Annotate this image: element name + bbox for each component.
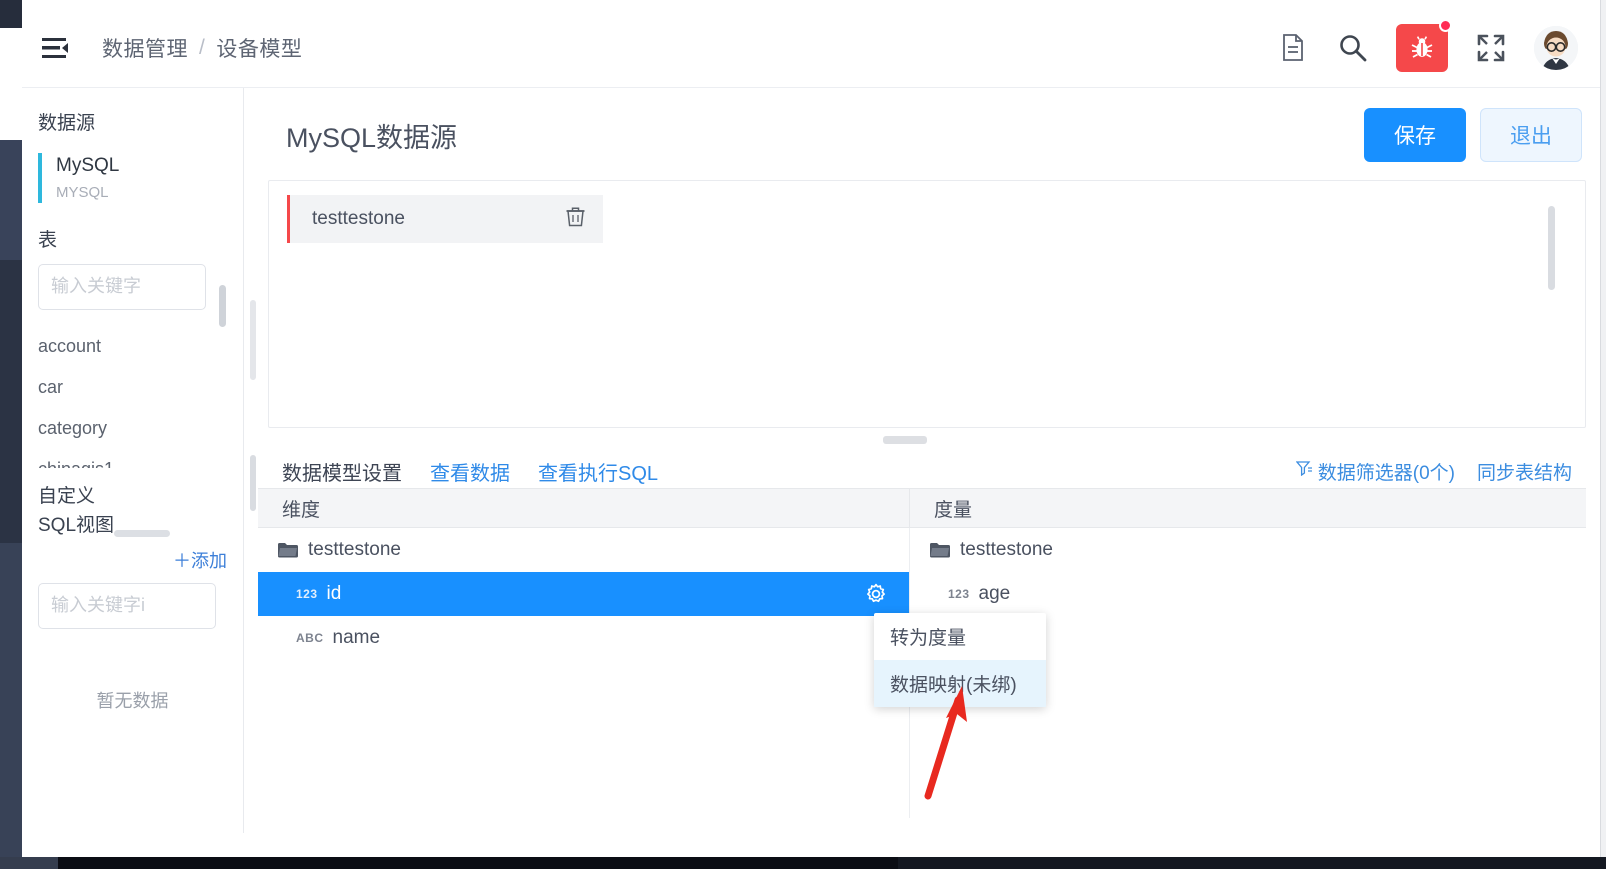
datasource-name: MySQL	[56, 155, 120, 176]
tree-node-label: id	[326, 583, 342, 604]
rail-segment-light	[0, 28, 22, 140]
list-item[interactable]: category	[22, 408, 243, 449]
breadcrumb-root[interactable]: 数据管理	[102, 33, 188, 63]
save-button[interactable]: 保存	[1364, 108, 1466, 162]
tree-node-label: testtestone	[960, 539, 1053, 560]
tree-node-field-name[interactable]: ABC name	[258, 616, 909, 660]
custom-sql-search-input[interactable]	[51, 595, 203, 617]
panel-resize-handle[interactable]	[883, 436, 927, 444]
breadcrumb-current: 设备模型	[216, 37, 303, 61]
selected-tables-panel: testtestone	[268, 180, 1586, 428]
grid-vertical-scrollbar[interactable]	[250, 455, 256, 511]
tree-node-label: age	[978, 583, 1011, 604]
tree-node-label: testtestone	[308, 539, 401, 560]
rail-segment-lower	[0, 260, 22, 543]
filter-icon	[1295, 460, 1313, 482]
trash-icon[interactable]	[566, 206, 585, 232]
gear-icon[interactable]	[865, 583, 887, 605]
sidebar-item-datasource-mysql[interactable]: MySQL MYSQL	[38, 153, 243, 203]
field-type-badge: 123	[948, 587, 970, 601]
breadcrumb: 数据管理 / 设备模型	[102, 33, 302, 63]
tree-node-field-age[interactable]: 123 age	[910, 572, 1586, 616]
add-sql-view-button[interactable]: ＋添加	[22, 547, 243, 573]
data-filter-label: 数据筛选器(0个)	[1317, 462, 1455, 484]
data-filter-button[interactable]: 数据筛选器(0个)	[1295, 458, 1455, 485]
field-context-menu: 转为度量 数据映射(未绑)	[874, 613, 1046, 707]
hamburger-collapse-icon[interactable]	[36, 28, 76, 68]
main-header-buttons: 保存 退出	[1364, 108, 1582, 162]
table-list: account car category chinagis1	[22, 326, 243, 468]
collapsed-nav-rail	[0, 0, 22, 857]
table-list-vertical-scrollbar[interactable]	[219, 285, 226, 327]
rail-segment-bottom	[0, 543, 22, 857]
datasource-type: MYSQL	[56, 183, 109, 201]
tables-search-box[interactable]	[38, 263, 206, 310]
selected-table-name: testtestone	[312, 208, 405, 229]
window-right-edge	[1600, 0, 1606, 857]
rail-segment-mid	[0, 140, 22, 260]
field-type-badge: ABC	[296, 631, 324, 645]
page-title: MySQL数据源	[286, 122, 458, 153]
main-vertical-scrollbar[interactable]	[250, 300, 256, 380]
column-header-measure: 度量	[934, 499, 973, 521]
main-content: MySQL数据源 保存 退出 testtestone 数据模型设置 查看数据 查…	[244, 88, 1606, 833]
bug-icon[interactable]	[1396, 18, 1452, 72]
tree-node-folder[interactable]: testtestone	[910, 528, 1586, 572]
search-icon[interactable]	[1336, 31, 1370, 65]
custom-sql-empty-text: 暂无数据	[96, 690, 169, 711]
fullscreen-icon[interactable]	[1474, 31, 1508, 65]
app-root: 数据管理 / 设备模型 数据源 MySQL MYSQL 表 输入关键字 acco…	[0, 0, 1606, 869]
model-grid-header: 维度 度量	[258, 488, 1586, 528]
bottom-chrome-right	[898, 857, 1606, 869]
list-item[interactable]: account	[22, 326, 243, 367]
field-type-badge: 123	[296, 587, 318, 601]
window-top-edge	[0, 0, 1606, 8]
custom-title-line1: 自定义	[38, 485, 96, 507]
folder-icon	[930, 542, 950, 558]
menu-item-convert-to-measure[interactable]: 转为度量	[874, 613, 1046, 660]
list-item[interactable]: car	[22, 367, 243, 408]
tables-section-title: 表	[38, 229, 58, 251]
breadcrumb-separator: /	[199, 35, 206, 59]
bottom-chrome-left	[0, 857, 58, 869]
menu-item-data-mapping[interactable]: 数据映射(未绑)	[874, 660, 1046, 707]
sync-table-structure-button[interactable]: 同步表结构	[1477, 458, 1572, 485]
tables-search-input[interactable]	[51, 276, 193, 298]
tab-view-sql[interactable]: 查看执行SQL	[538, 457, 658, 486]
top-bar: 数据管理 / 设备模型	[22, 8, 1606, 88]
tab-bar-right-links: 数据筛选器(0个) 同步表结构	[1295, 458, 1572, 485]
avatar[interactable]	[1534, 25, 1578, 70]
exit-button[interactable]: 退出	[1480, 108, 1582, 162]
dimension-column: testtestone 123 id ABC name	[258, 528, 910, 818]
tree-node-label: name	[332, 627, 381, 648]
sync-table-structure-label: 同步表结构	[1476, 462, 1572, 484]
tables-panel-vertical-scrollbar[interactable]	[1548, 206, 1555, 290]
window-top-edge-dark	[0, 0, 22, 8]
datasource-section-title: 数据源	[38, 113, 96, 134]
list-item[interactable]: chinagis1	[22, 449, 243, 468]
tab-data-model-settings[interactable]: 数据模型设置	[282, 457, 402, 486]
left-sidebar: 数据源 MySQL MYSQL 表 account car category c…	[22, 88, 244, 833]
tree-node-field-id[interactable]: 123 id	[258, 572, 909, 616]
top-bar-actions	[1276, 18, 1578, 72]
custom-sql-search-box[interactable]	[38, 582, 216, 629]
bug-notification-badge	[1439, 18, 1452, 32]
window-bottom-chrome	[0, 857, 1606, 869]
table-list-horizontal-scrollbar[interactable]	[114, 530, 170, 537]
selected-table-card[interactable]: testtestone	[287, 195, 603, 243]
folder-icon	[278, 542, 298, 558]
document-icon[interactable]	[1276, 31, 1310, 65]
column-header-dimension: 维度	[258, 489, 910, 527]
main-header: MySQL数据源 保存 退出	[244, 88, 1606, 162]
tab-view-data[interactable]: 查看数据	[430, 457, 510, 486]
tree-node-folder[interactable]: testtestone	[258, 528, 909, 572]
